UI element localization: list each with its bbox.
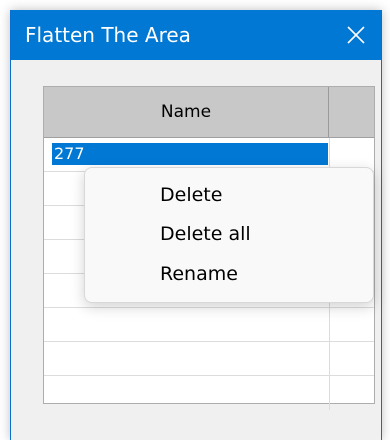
column-divider: [329, 342, 330, 375]
menu-item-delete[interactable]: Delete: [85, 175, 373, 215]
cell-name[interactable]: [52, 347, 329, 369]
table-row[interactable]: [44, 342, 374, 376]
cell-name[interactable]: 277: [52, 143, 328, 165]
title-bar[interactable]: Flatten The Area: [11, 10, 381, 60]
column-divider: [329, 308, 330, 341]
close-icon: [347, 26, 365, 44]
table-row[interactable]: [44, 308, 374, 342]
table-row[interactable]: [44, 376, 374, 410]
cell-name[interactable]: [52, 313, 329, 335]
close-button[interactable]: [331, 10, 381, 60]
menu-item-delete-all[interactable]: Delete all: [85, 214, 373, 254]
grid-header: Name: [44, 87, 374, 138]
column-header-name[interactable]: Name: [44, 87, 329, 137]
column-divider: [329, 376, 330, 410]
column-header-filler: [329, 87, 374, 137]
cell-name[interactable]: [52, 381, 329, 403]
context-menu: Delete Delete all Rename: [84, 167, 374, 303]
window-title: Flatten The Area: [25, 23, 191, 47]
menu-item-rename[interactable]: Rename: [85, 254, 373, 294]
